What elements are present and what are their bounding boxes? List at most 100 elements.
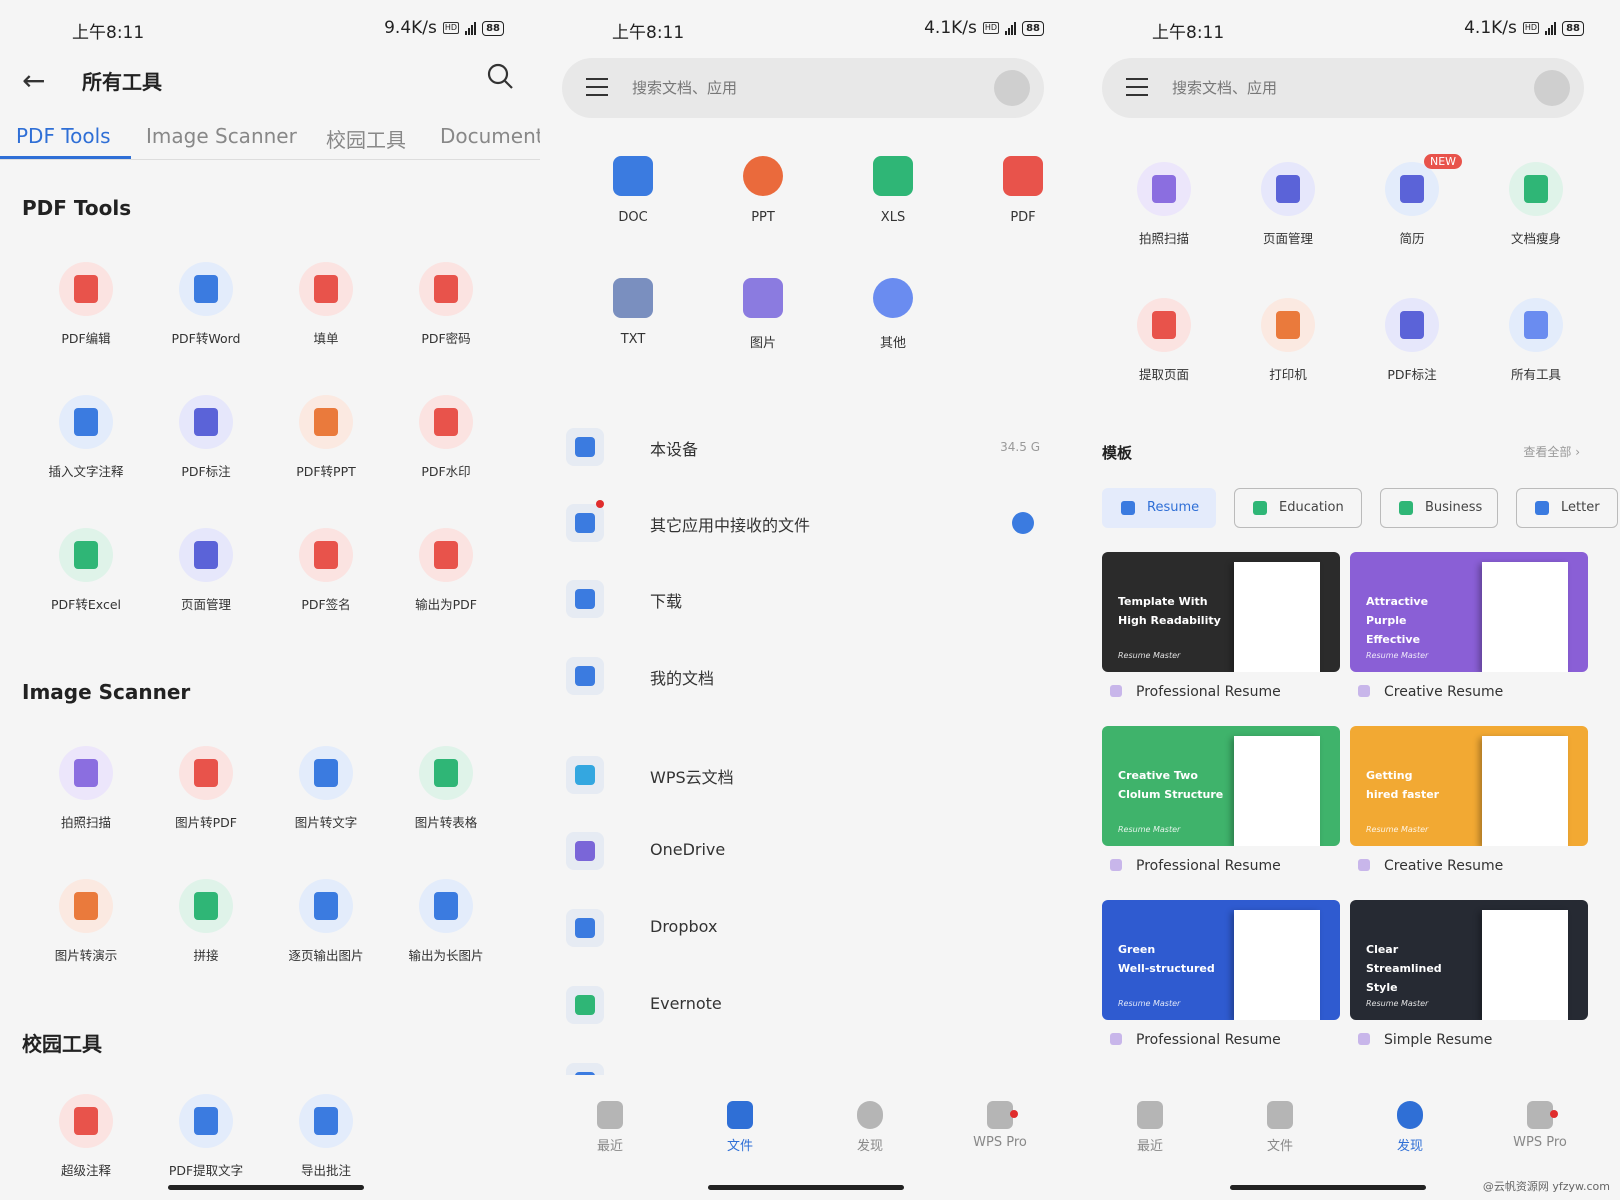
template-card-5[interactable]: Clear Streamlined Style Resume Master (1350, 900, 1588, 1020)
search-placeholder[interactable]: 搜索文档、应用 (1172, 77, 1277, 98)
see-all-link[interactable]: 查看全部 › (1523, 443, 1580, 460)
template-card-2[interactable]: Creative Two Clolum Structure Resume Mast… (1102, 726, 1340, 846)
nav-wps-pro[interactable]: WPS Pro (1490, 1101, 1590, 1150)
category-resume[interactable]: Resume (1102, 488, 1216, 528)
pdf-tool-3[interactable]: PDF密码 (384, 262, 508, 347)
bottom-nav: 最近 文件 发现 WPS Pro (540, 1075, 1080, 1200)
nav-files[interactable]: 文件 (690, 1101, 790, 1154)
nav-discover[interactable]: 发现 (820, 1101, 920, 1154)
back-arrow-icon[interactable]: ← (22, 64, 45, 97)
pdf-tool-2[interactable]: 填单 (264, 262, 388, 347)
download-badge-icon[interactable] (1012, 512, 1034, 534)
discover-tool-1[interactable]: 页面管理 (1226, 162, 1350, 247)
pdf-tool-4[interactable]: 插入文字注释 (24, 395, 148, 480)
discover-tool-4[interactable]: 提取页面 (1102, 298, 1226, 383)
discover-tool-3[interactable]: 文档瘦身 (1474, 162, 1598, 247)
campus-tool-2[interactable]: 导出批注 (264, 1094, 388, 1179)
pdf-tool-7[interactable]: PDF水印 (384, 395, 508, 480)
campus-tool-1[interactable]: PDF提取文字 (144, 1094, 268, 1179)
discover-tool-2[interactable]: 简历 NEW (1350, 154, 1474, 247)
scan-tool-7[interactable]: 输出为长图片 (384, 879, 508, 964)
storage-row-3[interactable]: 我的文档 (562, 651, 1044, 701)
pdf-tool-0[interactable]: PDF编辑 (24, 262, 148, 347)
category-education[interactable]: Education (1234, 488, 1362, 528)
template-title: Green Well-structured (1118, 943, 1215, 975)
scan-tool-1[interactable]: 图片转PDF (144, 746, 268, 831)
nav-wps-pro[interactable]: WPS Pro (950, 1101, 1050, 1150)
discover-tool-7[interactable]: 所有工具 (1474, 298, 1598, 383)
template-card-3[interactable]: Getting hired faster Resume Master (1350, 726, 1588, 846)
storage-row-0[interactable]: 本设备 34.5 G (562, 422, 1044, 472)
scan-tool-6[interactable]: 逐页输出图片 (264, 879, 388, 964)
tool-icon (179, 879, 233, 933)
category-business[interactable]: Business (1380, 488, 1498, 528)
file-type-pdf[interactable]: PDF (958, 156, 1080, 225)
storage-row-label: WPS云文档 (650, 768, 734, 787)
storage-row-2[interactable]: 下载 (562, 574, 1044, 624)
file-type-txt[interactable]: TXT (568, 278, 698, 347)
template-card-4[interactable]: Green Well-structured Resume Master (1102, 900, 1340, 1020)
scan-tool-5[interactable]: 拼接 (144, 879, 268, 964)
scan-tool-3[interactable]: 图片转表格 (384, 746, 508, 831)
file-type-ppt[interactable]: PPT (698, 156, 828, 225)
discover-tool-5[interactable]: 打印机 (1226, 298, 1350, 383)
resume-page-thumbnail (1482, 910, 1568, 1020)
pdf-tool-8[interactable]: PDF转Excel (24, 528, 148, 613)
tool-icon (59, 746, 113, 800)
campus-tool-0[interactable]: 超级注释 (24, 1094, 148, 1179)
search-bar[interactable]: 搜索文档、应用 (1102, 58, 1584, 118)
status-time: 上午8:11 (612, 23, 685, 43)
tab-pdf-tools[interactable]: PDF Tools (16, 124, 111, 148)
storage-row-4[interactable]: WPS云文档 (562, 750, 1044, 800)
file-type-xls[interactable]: XLS (828, 156, 958, 225)
notification-dot (1550, 1110, 1558, 1118)
file-type-其他[interactable]: 其他 (828, 278, 958, 351)
pdf-tool-5[interactable]: PDF标注 (144, 395, 268, 480)
tab-image-scanner[interactable]: Image Scanner (146, 124, 297, 148)
avatar[interactable] (994, 70, 1030, 106)
storage-row-1[interactable]: 其它应用中接收的文件 (562, 498, 1044, 548)
template-card-1[interactable]: Attractive Purple Effective Resume Master (1350, 552, 1588, 672)
discover-tool-0[interactable]: 拍照扫描 (1102, 162, 1226, 247)
nav-recent[interactable]: 最近 (560, 1101, 660, 1154)
tool-icon (179, 262, 233, 316)
battery-icon: 88 (482, 20, 504, 36)
file-type-icon (613, 278, 653, 318)
storage-row-icon (566, 756, 604, 794)
person-icon (1358, 1033, 1370, 1045)
scan-tool-0[interactable]: 拍照扫描 (24, 746, 148, 831)
scan-tool-2[interactable]: 图片转文字 (264, 746, 388, 831)
template-card-0[interactable]: Template With High Readability Resume Mas… (1102, 552, 1340, 672)
search-placeholder[interactable]: 搜索文档、应用 (632, 77, 737, 98)
pdf-tool-9[interactable]: 页面管理 (144, 528, 268, 613)
avatar[interactable] (1534, 70, 1570, 106)
discover-tool-6[interactable]: PDF标注 (1350, 298, 1474, 383)
tool-label: PDF编辑 (61, 331, 111, 346)
recent-icon (1137, 1101, 1163, 1129)
pdf-tool-6[interactable]: PDF转PPT (264, 395, 388, 480)
pdf-tool-11[interactable]: 输出为PDF (384, 528, 508, 613)
tab-campus-tools[interactable]: 校园工具 (326, 124, 406, 153)
nav-recent[interactable]: 最近 (1100, 1101, 1200, 1154)
storage-row-5[interactable]: OneDrive (562, 826, 1044, 876)
hd-icon: HD (982, 22, 1000, 34)
search-bar[interactable]: 搜索文档、应用 (562, 58, 1044, 118)
storage-row-7[interactable]: Evernote (562, 980, 1044, 1030)
nav-discover[interactable]: 发现 (1360, 1101, 1460, 1154)
pdf-tool-1[interactable]: PDF转Word (144, 262, 268, 347)
template-caption: Professional Resume (1110, 858, 1281, 874)
menu-icon[interactable] (1126, 78, 1148, 96)
menu-icon[interactable] (586, 78, 608, 96)
file-type-图片[interactable]: 图片 (698, 278, 828, 351)
nav-files[interactable]: 文件 (1230, 1101, 1330, 1154)
search-icon[interactable] (486, 62, 514, 90)
file-type-doc[interactable]: DOC (568, 156, 698, 225)
template-title: Template With High Readability (1118, 595, 1221, 627)
section-title-image-scanner: Image Scanner (22, 680, 191, 704)
storage-row-6[interactable]: Dropbox (562, 903, 1044, 953)
category-letter[interactable]: Letter (1516, 488, 1618, 528)
pdf-tool-10[interactable]: PDF签名 (264, 528, 388, 613)
scan-tool-4[interactable]: 图片转演示 (24, 879, 148, 964)
tab-document[interactable]: Document (440, 124, 540, 148)
tool-label: PDF签名 (301, 597, 351, 612)
